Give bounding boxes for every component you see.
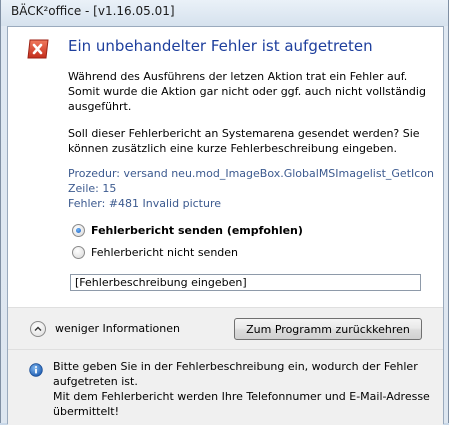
return-to-program-button[interactable]: Zum Programm zurückkehren (234, 318, 422, 340)
dialog-content: Ein unbehandelter Fehler ist aufgetreten… (8, 27, 443, 307)
info-footer: Bitte geben Sie in der Fehlerbeschreibun… (8, 349, 443, 425)
detail-error-code: Fehler: #481 Invalid picture (68, 197, 222, 210)
error-dialog: Ein unbehandelter Fehler ist aufgetreten… (7, 26, 444, 425)
dialog-actions: weniger Informationen Zum Programm zurüc… (8, 307, 443, 350)
send-question: Soll dieser Fehlerbericht an Systemarena… (68, 126, 433, 156)
toggle-details-label[interactable]: weniger Informationen (55, 322, 180, 335)
message-line: Während des Ausführens der letzen Aktion… (68, 70, 408, 83)
info-text: Bitte geben Sie in der Fehlerbeschreibun… (53, 359, 438, 419)
application-window: BÄCK²office - [v1.16.05.01] Ein unbehand… (0, 0, 449, 425)
window-title: BÄCK²office - [v1.16.05.01] (11, 4, 175, 18)
error-icon (26, 39, 50, 59)
info-line: Bitte geben Sie in der Fehlerbeschreibun… (53, 360, 418, 373)
radio-send-report-label: Fehlerbericht senden (empfohlen) (91, 223, 303, 237)
question-line: können zusätzlich eine kurze Fehlerbesch… (68, 142, 398, 155)
error-message: Während des Ausführens der letzen Aktion… (68, 69, 433, 114)
chevron-up-icon[interactable] (30, 321, 46, 337)
radio-dont-send-report-label: Fehlerbericht nicht senden (91, 245, 239, 259)
error-description-input[interactable] (70, 274, 421, 291)
question-line: Soll dieser Fehlerbericht an Systemarena… (68, 127, 420, 140)
detail-line-number: Zeile: 15 (68, 182, 117, 195)
radio-button-checked[interactable] (72, 223, 85, 237)
info-line: aufgetreten ist. (53, 375, 138, 388)
info-icon (29, 362, 43, 377)
info-line: Mit dem Fehlerbericht werden Ihre Telefo… (53, 390, 430, 403)
detail-procedure: Prozedur: versand neu.mod_ImageBox.Globa… (68, 167, 434, 180)
error-details: Prozedur: versand neu.mod_ImageBox.Globa… (68, 166, 438, 211)
radio-send-report[interactable]: Fehlerbericht senden (empfohlen) (72, 222, 303, 238)
radio-button-unchecked[interactable] (72, 245, 85, 259)
title-bar[interactable]: BÄCK²office - [v1.16.05.01] (1, 0, 448, 26)
message-line: ausgeführt. (68, 100, 132, 113)
radio-dont-send-report[interactable]: Fehlerbericht nicht senden (72, 244, 238, 260)
message-line: Somit wurde die Aktion gar nicht oder gg… (68, 85, 426, 98)
info-line: übermittelt! (53, 405, 119, 418)
dialog-heading: Ein unbehandelter Fehler ist aufgetreten (68, 37, 373, 55)
